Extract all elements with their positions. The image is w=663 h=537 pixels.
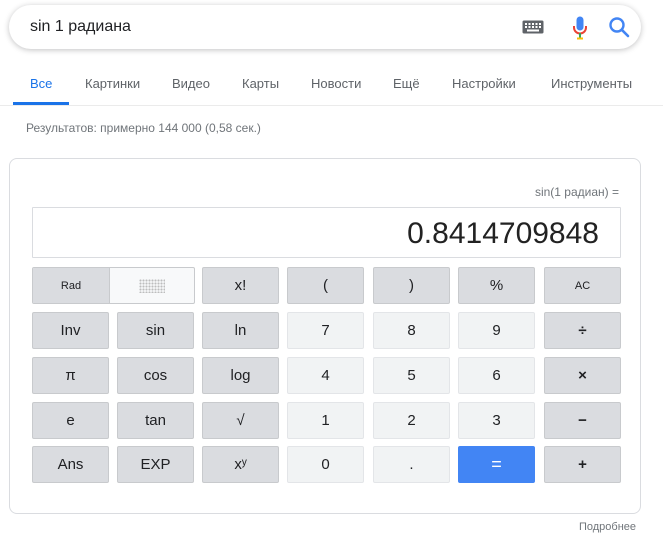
power-button[interactable]: xʸ: [202, 446, 279, 483]
deg-mode-dots-icon: [139, 278, 165, 293]
tab-more[interactable]: Ещё: [393, 76, 420, 91]
search-tabs: Все Картинки Видео Карты Новости Ещё Нас…: [0, 70, 663, 106]
ans-button[interactable]: Ans: [32, 446, 109, 483]
ln-button[interactable]: ln: [202, 312, 279, 349]
keyboard-icon[interactable]: [522, 20, 544, 34]
digit-3-button[interactable]: 3: [458, 402, 535, 439]
cos-button[interactable]: cos: [117, 357, 194, 394]
inverse-button[interactable]: Inv: [32, 312, 109, 349]
left-paren-button[interactable]: (: [287, 267, 364, 304]
mic-icon[interactable]: [572, 16, 588, 40]
rad-mode-button[interactable]: Rad: [33, 268, 110, 303]
tab-tools[interactable]: Инструменты: [551, 76, 632, 91]
more-info-link[interactable]: Подробнее: [579, 521, 636, 533]
digit-6-button[interactable]: 6: [458, 357, 535, 394]
decimal-point-button[interactable]: .: [373, 446, 450, 483]
search-icon[interactable]: [608, 16, 630, 38]
calculator-expression: sin(1 радиан) =: [534, 185, 619, 199]
digit-7-button[interactable]: 7: [287, 312, 364, 349]
log-button[interactable]: log: [202, 357, 279, 394]
digit-8-button[interactable]: 8: [373, 312, 450, 349]
multiply-button[interactable]: ×: [544, 357, 621, 394]
euler-e-button[interactable]: e: [32, 402, 109, 439]
tan-button[interactable]: tan: [117, 402, 194, 439]
divide-button[interactable]: ÷: [544, 312, 621, 349]
tab-settings[interactable]: Настройки: [452, 76, 516, 91]
calculator-display: 0.8414709848: [32, 207, 621, 258]
search-query-text[interactable]: sin 1 радиана: [30, 18, 131, 36]
digit-4-button[interactable]: 4: [287, 357, 364, 394]
digit-9-button[interactable]: 9: [458, 312, 535, 349]
factorial-button[interactable]: x!: [202, 267, 279, 304]
tab-all[interactable]: Все: [30, 76, 52, 91]
sin-button[interactable]: sin: [117, 312, 194, 349]
digit-2-button[interactable]: 2: [373, 402, 450, 439]
result-stats: Результатов: примерно 144 000 (0,58 сек.…: [26, 121, 261, 135]
tab-images[interactable]: Картинки: [85, 76, 140, 91]
right-paren-button[interactable]: ): [373, 267, 450, 304]
angle-mode-toggle[interactable]: Rad: [32, 267, 195, 304]
minus-button[interactable]: −: [544, 402, 621, 439]
calculator-result: 0.8414709848: [407, 217, 599, 250]
pi-button[interactable]: π: [32, 357, 109, 394]
plus-button[interactable]: +: [544, 446, 621, 483]
sqrt-button[interactable]: √: [202, 402, 279, 439]
all-clear-button[interactable]: AC: [544, 267, 621, 304]
search-box[interactable]: sin 1 радиана: [9, 5, 641, 49]
calculator-card: sin(1 радиан) = 0.8414709848 Rad x! ( ) …: [9, 158, 641, 514]
digit-1-button[interactable]: 1: [287, 402, 364, 439]
tab-video[interactable]: Видео: [172, 76, 210, 91]
tabs-divider: [0, 105, 663, 106]
percent-button[interactable]: %: [458, 267, 535, 304]
digit-5-button[interactable]: 5: [373, 357, 450, 394]
tab-news[interactable]: Новости: [311, 76, 361, 91]
exp-button[interactable]: EXP: [117, 446, 194, 483]
deg-mode-button[interactable]: [110, 268, 194, 303]
digit-0-button[interactable]: 0: [287, 446, 364, 483]
equals-button[interactable]: =: [458, 446, 535, 483]
tab-maps[interactable]: Карты: [242, 76, 279, 91]
